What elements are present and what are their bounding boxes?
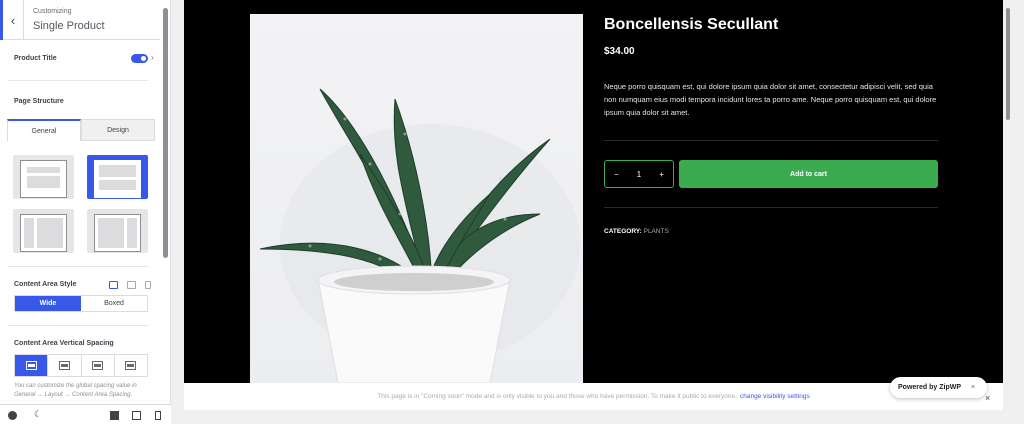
spacing-option-3[interactable]	[82, 355, 115, 376]
layout-option-3[interactable]	[13, 209, 74, 253]
content-area-style-label: Content Area Style	[14, 281, 77, 288]
product-category: CATEGORY: PLANTS	[604, 228, 669, 235]
vertical-spacing-control	[14, 354, 148, 377]
content-area-style-control: Wide Boxed	[14, 295, 148, 312]
sidebar-header: ‹ Customizing Single Product	[0, 0, 160, 40]
page-structure-label: Page Structure	[14, 98, 64, 105]
tablet-preview-icon[interactable]	[132, 411, 141, 420]
tablet-icon[interactable]	[127, 281, 136, 289]
zipwp-close-icon[interactable]: ×	[971, 384, 975, 391]
layout-4-icon	[94, 214, 141, 252]
tab-group: General Design	[7, 119, 155, 141]
quantity-plus-button[interactable]: +	[659, 170, 664, 179]
zipwp-badge[interactable]: Powered by ZipWP ×	[890, 377, 988, 398]
desktop-preview-icon[interactable]	[110, 411, 119, 420]
quantity-stepper: − 1 +	[604, 160, 674, 188]
divider	[8, 80, 148, 81]
style-wide-button[interactable]: Wide	[15, 296, 81, 311]
coming-soon-notice: This page is in "Coming soon" mode and i…	[184, 383, 1003, 410]
spacing-top-icon	[58, 361, 70, 370]
mobile-icon[interactable]	[145, 281, 151, 289]
moon-icon[interactable]: ☾	[34, 410, 43, 419]
layout-2-icon	[94, 160, 141, 198]
zipwp-label: Powered by ZipWP	[898, 384, 962, 391]
spacing-default-icon	[25, 361, 37, 370]
collapse-icon[interactable]	[8, 411, 17, 420]
spacing-help-text: You can customize the global spacing val…	[14, 383, 137, 398]
style-boxed-button[interactable]: Boxed	[81, 296, 147, 311]
divider	[8, 266, 148, 267]
product-title-label: Product Title	[14, 55, 57, 62]
divider	[8, 325, 148, 326]
preview-scrollbar[interactable]	[1006, 8, 1010, 120]
divider	[604, 140, 938, 141]
spacing-option-1[interactable]	[15, 355, 49, 376]
spacing-option-4[interactable]	[115, 355, 147, 376]
sidebar-footer: ☾	[0, 404, 171, 424]
layout-1-icon	[20, 160, 67, 198]
spacing-bottom-icon	[92, 361, 104, 370]
visibility-settings-link[interactable]: change visibility settings	[740, 393, 810, 400]
quantity-input[interactable]: 1	[637, 170, 641, 179]
chevron-left-icon: ‹	[10, 12, 16, 28]
category-label: CATEGORY:	[604, 228, 642, 235]
desktop-icon[interactable]	[109, 281, 118, 289]
layout-option-1[interactable]	[13, 155, 74, 199]
divider	[604, 207, 938, 208]
plant-illustration	[259, 88, 580, 383]
spacing-none-icon	[125, 361, 137, 370]
layout-3-icon	[20, 214, 67, 252]
notice-text: This page is in "Coming soon" mode and i…	[377, 393, 737, 400]
layout-option-4[interactable]	[87, 209, 148, 253]
notice-close-button[interactable]: ×	[985, 393, 990, 403]
device-switcher	[109, 281, 151, 289]
product-title: Boncellensis Secullant	[604, 16, 779, 33]
sidebar-scrollbar[interactable]	[163, 8, 168, 258]
category-link[interactable]: PLANTS	[644, 228, 669, 235]
product-image[interactable]	[250, 14, 583, 383]
add-to-cart-button[interactable]: Add to cart	[679, 160, 938, 188]
spacing-option-2[interactable]	[48, 355, 82, 376]
mobile-preview-icon[interactable]	[155, 411, 161, 420]
vertical-spacing-label: Content Area Vertical Spacing	[14, 340, 114, 347]
tab-general[interactable]: General	[7, 119, 81, 141]
quantity-minus-button[interactable]: −	[614, 170, 619, 179]
layout-option-2[interactable]	[87, 155, 148, 199]
tab-design[interactable]: Design	[81, 119, 155, 141]
sidebar-subtitle: Customizing	[33, 8, 72, 15]
customizer-window: ‹ Customizing Single Product Product Tit…	[0, 0, 1024, 424]
chevron-right-icon[interactable]: ›	[151, 53, 154, 62]
sidebar-title: Single Product	[33, 20, 105, 32]
product-title-toggle[interactable]	[131, 54, 148, 63]
product-price: $34.00	[604, 46, 635, 57]
customizer-sidebar: ‹ Customizing Single Product Product Tit…	[0, 0, 171, 424]
product-description: Neque porro quisquam est, qui dolore ips…	[604, 82, 937, 117]
back-button[interactable]: ‹	[0, 0, 24, 40]
site-preview: Boncellensis Secullant $34.00 Neque porr…	[184, 0, 1003, 383]
